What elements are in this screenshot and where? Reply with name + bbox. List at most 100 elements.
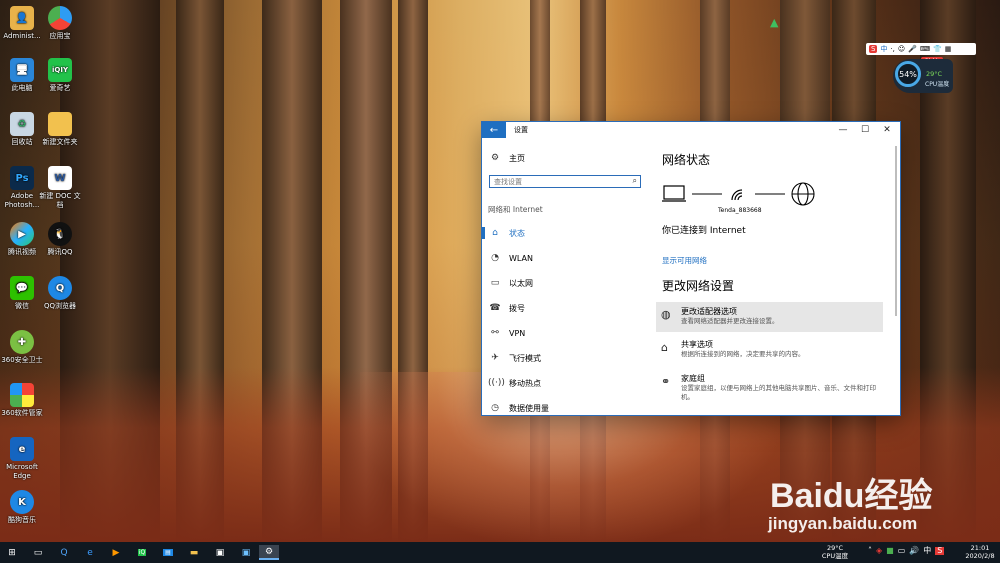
skin-icon: 👕 bbox=[933, 45, 942, 53]
ime-indicator[interactable]: 中 bbox=[923, 547, 931, 555]
iqiyi-icon: iQ bbox=[137, 549, 147, 556]
taskbar-qq-browser[interactable]: Q bbox=[56, 545, 72, 560]
taskbar-app[interactable]: ▤ bbox=[160, 545, 176, 560]
folder-user-icon: 👤 bbox=[10, 6, 34, 30]
taskbar-file-explorer[interactable]: ▬ bbox=[186, 545, 202, 560]
desktop-icon-kugou[interactable]: K 酷狗音乐 bbox=[0, 490, 44, 525]
nav-item-label: 拨号 bbox=[509, 303, 525, 313]
nav-item-dialup[interactable]: ☎ 拨号 bbox=[488, 301, 525, 315]
mic-icon: 🎤 bbox=[908, 45, 917, 53]
desktop-icon-edge[interactable]: e Microsoft Edge bbox=[0, 437, 44, 481]
nav-item-data-usage[interactable]: ◷ 数据使用量 bbox=[488, 401, 549, 415]
app-store-icon bbox=[48, 6, 72, 30]
start-button[interactable]: ⊞ bbox=[4, 545, 20, 560]
ime-mode[interactable]: 中 bbox=[880, 44, 887, 54]
content-scrollbar[interactable] bbox=[895, 146, 897, 316]
network-icon[interactable]: ▭ bbox=[898, 547, 906, 555]
cpu-usage-ring: 54% bbox=[895, 61, 921, 87]
back-button[interactable]: ← bbox=[482, 122, 506, 138]
nav-item-hotspot[interactable]: ((·)) 移动热点 bbox=[488, 376, 541, 390]
data-usage-icon: ◷ bbox=[491, 403, 499, 413]
desktop-icon-iqiyi[interactable]: iQIY 爱奇艺 bbox=[38, 58, 82, 93]
taskbar-cpu-temp[interactable]: 29°C CPU温度 bbox=[818, 544, 852, 560]
globe-icon bbox=[791, 182, 815, 206]
desktop-icon-360-software[interactable]: 360软件管家 bbox=[0, 383, 44, 418]
ime-toolbar[interactable]: S 中 ·, ☺ 🎤 ⌨ 👕 ▦ bbox=[866, 43, 976, 55]
option-desc: 根据所连接到的网络，决定要共享的内容。 bbox=[681, 350, 805, 358]
clock-time: 21:01 bbox=[970, 544, 990, 552]
nav-item-airplane[interactable]: ✈ 飞行模式 bbox=[488, 351, 541, 365]
baidu-jingyan-watermark: Baidu经验 jingyan.baidu.com bbox=[768, 478, 932, 534]
network-name: Tenda_883668 bbox=[718, 207, 762, 214]
taskbar-app-2[interactable]: ▣ bbox=[212, 545, 228, 560]
desktop-icon-app-store[interactable]: 应用宝 bbox=[38, 6, 82, 41]
toolbox-icon: ▦ bbox=[944, 45, 952, 53]
desktop-icon-new-folder[interactable]: 新建文件夹 bbox=[38, 112, 82, 147]
taskbar-cpu-temp-value: 29°C bbox=[826, 544, 844, 552]
option-adapter[interactable]: ◍ 更改适配器选项 查看网络适配器并更改连接设置。 bbox=[656, 302, 883, 332]
kugou-icon: K bbox=[10, 490, 34, 514]
wifi-icon: ◔ bbox=[491, 253, 499, 263]
option-desc: 设置家庭组，以便与网络上的其他电脑共享图片、音乐、文件和打印机。 bbox=[681, 384, 876, 401]
network-diagram bbox=[662, 182, 815, 206]
desktop-icon-new-doc[interactable]: W 新建 DOC 文档 bbox=[38, 166, 82, 210]
doc-file-icon: W bbox=[48, 166, 72, 190]
settings-window[interactable]: ← 设置 — ☐ ✕ ⚙ 主页 查找设置 ⌕ 网络和 Internet ⌂ 状态… bbox=[482, 122, 900, 415]
folder-icon: ▬ bbox=[189, 547, 199, 558]
edge-icon: e bbox=[10, 437, 34, 461]
back-arrow-icon: ← bbox=[489, 124, 499, 136]
nav-item-label: WLAN bbox=[509, 253, 534, 263]
gear-icon: ⚙ bbox=[264, 546, 274, 557]
performance-widget[interactable]: 54% 29°C CPU温度 bbox=[893, 59, 953, 93]
taskbar-settings[interactable]: ⚙ bbox=[259, 545, 279, 560]
sharing-icon: ⌂ bbox=[661, 341, 668, 354]
punctuation-icon: ·, bbox=[890, 45, 895, 53]
clock-date: 2020/2/8 bbox=[965, 552, 995, 560]
homegroup-icon: ⚭ bbox=[661, 375, 671, 388]
nav-item-label: 状态 bbox=[509, 228, 525, 238]
keyboard-icon: ⌨ bbox=[919, 45, 931, 53]
desktop-icon-qq[interactable]: 🐧 腾讯QQ bbox=[38, 222, 82, 257]
chevron-up-icon[interactable]: ˄ bbox=[868, 547, 872, 555]
nav-item-vpn[interactable]: ⚯ VPN bbox=[488, 326, 525, 340]
nav-item-ethernet[interactable]: ▭ 以太网 bbox=[488, 276, 533, 290]
search-placeholder: 查找设置 bbox=[494, 178, 522, 186]
tray-app-icon[interactable]: ◈ bbox=[876, 547, 882, 555]
settings-search-input[interactable]: 查找设置 ⌕ bbox=[489, 175, 641, 188]
taskbar-iqiyi[interactable]: iQ bbox=[134, 545, 150, 560]
ethernet-icon: ▭ bbox=[490, 278, 500, 288]
desktop-icon-360-security[interactable]: ✚ 360安全卫士 bbox=[0, 330, 44, 365]
nav-item-status[interactable]: ⌂ 状态 bbox=[488, 226, 525, 240]
show-networks-link[interactable]: 显示可用网络 bbox=[662, 255, 707, 266]
360-software-icon bbox=[10, 383, 34, 407]
iqiyi-icon: iQIY bbox=[48, 58, 72, 82]
close-button[interactable]: ✕ bbox=[876, 122, 898, 138]
tray-green-icon[interactable]: ■ bbox=[886, 547, 894, 555]
option-homegroup[interactable]: ⚭ 家庭组 设置家庭组，以便与网络上的其他电脑共享图片、音乐、文件和打印机。 bbox=[656, 369, 883, 403]
change-settings-heading: 更改网络设置 bbox=[662, 279, 735, 293]
taskbar: ⊞ ▭ Q e ▶ iQ ▤ ▬ ▣ ▣ ⚙ 29°C CPU温度 ˄ ◈ ■ … bbox=[0, 542, 1000, 563]
minimize-button[interactable]: — bbox=[832, 122, 854, 138]
clock[interactable]: 21:01 2020/2/8 bbox=[962, 544, 998, 560]
nav-item-wlan[interactable]: ◔ WLAN bbox=[488, 251, 533, 265]
option-sharing[interactable]: ⌂ 共享选项 根据所连接到的网络，决定要共享的内容。 bbox=[656, 335, 883, 365]
taskbar-app-3[interactable]: ▣ bbox=[238, 545, 254, 560]
window-title: 设置 bbox=[514, 126, 528, 134]
taskbar-tencent-video[interactable]: ▶ bbox=[108, 545, 124, 560]
vpn-icon: ⚯ bbox=[491, 328, 499, 338]
windows-logo-icon: ⊞ bbox=[8, 547, 16, 558]
nav-home[interactable]: ⚙ 主页 bbox=[488, 151, 525, 165]
connection-status-text: 你已连接到 Internet bbox=[662, 226, 746, 236]
window-app-icon: ▣ bbox=[241, 547, 251, 558]
tray-icons[interactable]: ˄ ◈ ■ ▭ 🔊 中 S bbox=[868, 547, 945, 555]
desktop-icon-qq-browser[interactable]: Q QQ浏览器 bbox=[38, 276, 82, 311]
window-stack-icon: ▣ bbox=[215, 547, 225, 558]
search-icon[interactable]: ⌕ bbox=[633, 176, 637, 186]
taskbar-edge[interactable]: e bbox=[82, 545, 98, 560]
task-view-button[interactable]: ▭ bbox=[30, 545, 46, 560]
sogou-icon[interactable]: S bbox=[935, 547, 945, 555]
tree-ornament-icon: ▲ bbox=[770, 16, 779, 29]
volume-icon[interactable]: 🔊 bbox=[909, 547, 919, 555]
title-bar[interactable]: ← 设置 — ☐ ✕ bbox=[482, 122, 900, 138]
maximize-button[interactable]: ☐ bbox=[854, 122, 876, 138]
